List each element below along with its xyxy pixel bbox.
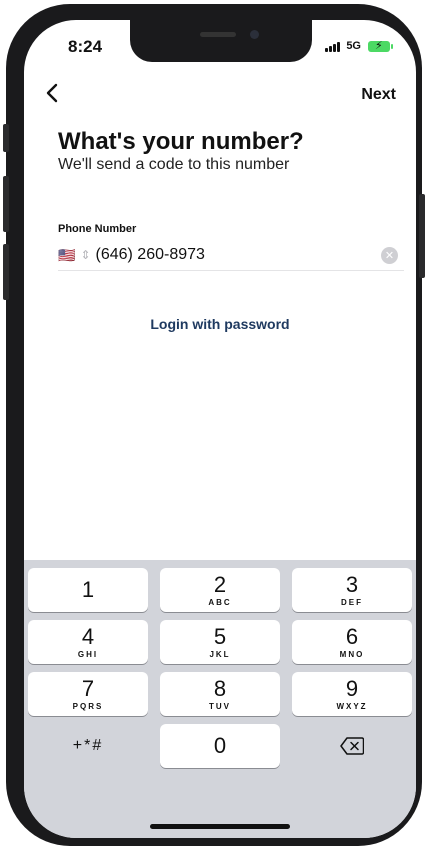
key-0[interactable]: 0 bbox=[160, 724, 280, 768]
key-1[interactable]: 1 bbox=[28, 568, 148, 612]
key-3[interactable]: 3 DEF bbox=[292, 568, 412, 612]
backspace-icon bbox=[340, 737, 364, 755]
notch bbox=[130, 20, 312, 62]
clear-icon[interactable]: ✕ bbox=[381, 246, 398, 264]
next-button[interactable]: Next bbox=[361, 86, 396, 104]
key-digit: 4 bbox=[81, 623, 95, 649]
numeric-keypad: 1 2 ABC 3 DEF 4 GHI 5 JKL 6 MNO 7 PQRS 8… bbox=[24, 560, 416, 838]
key-digit: 5 bbox=[213, 623, 227, 649]
key-digit: 8 bbox=[213, 675, 227, 701]
key-letters: JKL bbox=[209, 649, 231, 659]
key-digit: 0 bbox=[213, 733, 227, 758]
key-6[interactable]: 6 MNO bbox=[292, 620, 412, 664]
screen: 8:24 5G ⚡ Next What's your number? We'll… bbox=[24, 20, 416, 838]
phone-number-field[interactable]: 🇺🇸 ⇕ (646) 260-8973 ✕ bbox=[58, 240, 404, 271]
power-button bbox=[419, 194, 425, 278]
key-8[interactable]: 8 TUV bbox=[160, 672, 280, 716]
phone-number-input[interactable]: (646) 260-8973 bbox=[96, 246, 382, 264]
key-letters: WXYZ bbox=[336, 701, 368, 711]
key-digit: 3 bbox=[345, 571, 359, 597]
key-letters: TUV bbox=[209, 701, 231, 711]
speaker-grille bbox=[200, 32, 236, 37]
key-5[interactable]: 5 JKL bbox=[160, 620, 280, 664]
us-flag-icon[interactable]: 🇺🇸 bbox=[58, 248, 75, 262]
key-letters: MNO bbox=[339, 649, 365, 659]
key-digit: 1 bbox=[81, 577, 95, 602]
mute-switch bbox=[3, 124, 9, 152]
back-chevron-icon[interactable] bbox=[44, 82, 62, 104]
battery-charging-icon: ⚡ bbox=[368, 40, 393, 52]
volume-down-button bbox=[3, 244, 9, 300]
key-digit: 9 bbox=[345, 675, 359, 701]
key-9[interactable]: 9 WXYZ bbox=[292, 672, 412, 716]
chevron-up-down-icon[interactable]: ⇕ bbox=[80, 248, 90, 262]
delete-key[interactable] bbox=[292, 724, 412, 768]
login-with-password-link[interactable]: Login with password bbox=[24, 316, 416, 332]
page-subtitle: We'll send a code to this number bbox=[58, 156, 290, 173]
key-symbols[interactable]: +*# bbox=[28, 724, 148, 768]
status-indicators: 5G ⚡ bbox=[325, 40, 393, 52]
home-indicator[interactable] bbox=[150, 824, 290, 829]
key-4[interactable]: 4 GHI bbox=[28, 620, 148, 664]
volume-up-button bbox=[3, 176, 9, 232]
key-2[interactable]: 2 ABC bbox=[160, 568, 280, 612]
status-time: 8:24 bbox=[68, 37, 103, 56]
network-label: 5G bbox=[346, 40, 361, 52]
key-letters: GHI bbox=[77, 649, 99, 659]
key-digit: 7 bbox=[81, 675, 95, 701]
signal-icon bbox=[325, 41, 341, 52]
key-letters: PQRS bbox=[72, 701, 104, 711]
key-letters: DEF bbox=[341, 597, 363, 607]
page-title: What's your number? bbox=[58, 128, 304, 155]
key-digit: 2 bbox=[213, 571, 227, 597]
phone-number-label: Phone Number bbox=[58, 223, 137, 235]
key-letters: ABC bbox=[208, 597, 232, 607]
front-camera bbox=[250, 30, 259, 39]
key-7[interactable]: 7 PQRS bbox=[28, 672, 148, 716]
phone-frame: 8:24 5G ⚡ Next What's your number? We'll… bbox=[3, 4, 425, 846]
key-digit: 6 bbox=[345, 623, 359, 649]
key-digit: +*# bbox=[72, 737, 104, 754]
